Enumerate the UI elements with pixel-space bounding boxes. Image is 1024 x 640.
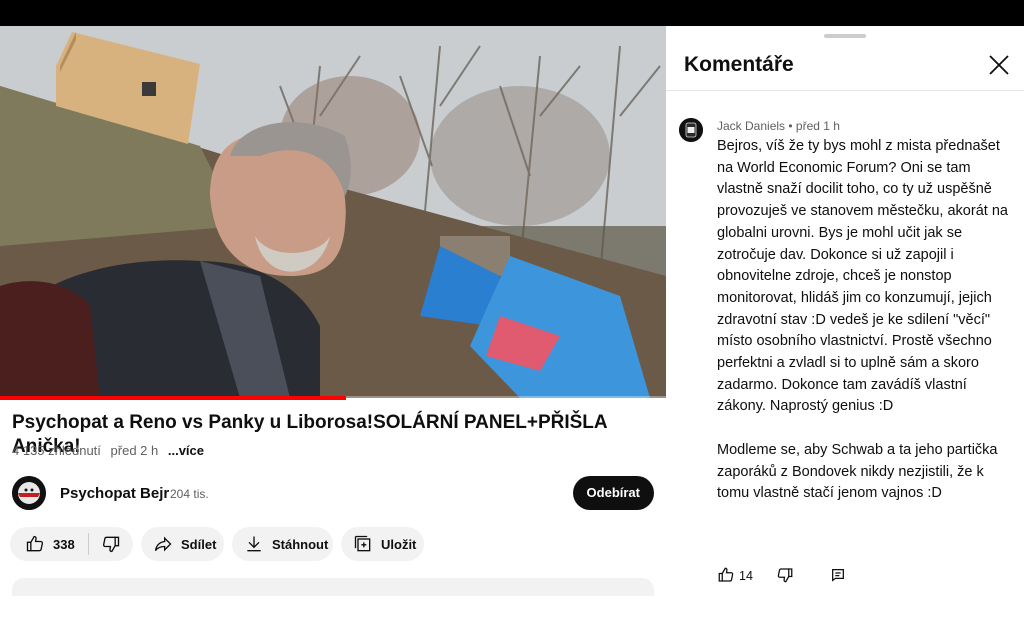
drag-handle[interactable] (824, 34, 866, 38)
download-label: Stáhnout (272, 536, 329, 552)
comment-paragraph: Bejros, víš že ty bys mohl z mista předn… (717, 138, 1008, 415)
close-icon (984, 55, 1014, 84)
comment-header: Jack Daniels • před 1 h (717, 119, 840, 133)
status-bar (0, 0, 1024, 26)
header-separator: • (788, 119, 796, 133)
like-dislike-pill: 338 (10, 527, 133, 561)
video-meta: 4 135 zhlédnutí před 2 h ...více (12, 443, 210, 458)
thumbs-up-icon (25, 534, 45, 554)
comment-author[interactable]: Jack Daniels (717, 119, 785, 133)
reply-icon (830, 567, 846, 586)
video-progress-bar[interactable] (0, 396, 666, 400)
share-icon (153, 534, 173, 554)
thumbs-down-icon (101, 534, 121, 554)
comments-title: Komentáře (684, 53, 794, 76)
comments-panel: Komentáře Jack Daniels • před 1 h Bejros… (666, 26, 1024, 596)
comment-like-count: 14 (739, 569, 753, 583)
playlist-add-icon (353, 534, 373, 554)
like-button[interactable]: 338 (10, 527, 88, 561)
video-progress-fill (0, 396, 347, 400)
upload-age: před 2 h (110, 443, 159, 458)
close-button[interactable] (984, 50, 1014, 80)
dislike-button[interactable] (89, 527, 133, 561)
channel-avatar[interactable] (12, 476, 46, 510)
thumbs-down-icon (776, 566, 794, 587)
comment-time: před 1 h (795, 119, 840, 133)
comment-dislike-button[interactable] (776, 566, 794, 586)
download-icon (244, 534, 264, 554)
share-button[interactable]: Sdílet (141, 527, 224, 561)
comment-paragraph: Modleme se, aby Schwab a ta jeho partičk… (717, 441, 998, 502)
subscribe-button[interactable]: Odebírat (572, 476, 654, 510)
download-button[interactable]: Stáhnout (232, 527, 333, 561)
save-button[interactable]: Uložit (341, 527, 424, 561)
channel-name[interactable]: Psychopat Bejr (60, 485, 169, 502)
more-link[interactable]: ...více (168, 443, 204, 458)
share-label: Sdílet (181, 536, 217, 552)
video-frame (0, 26, 666, 398)
video-player[interactable] (0, 26, 666, 398)
like-count: 338 (53, 536, 75, 552)
comment-actions: 14 (717, 566, 877, 586)
panel-divider (666, 90, 1024, 91)
commenter-avatar[interactable] (679, 118, 703, 142)
subscriber-count: 204 tis. (170, 487, 209, 501)
comment-like-button[interactable]: 14 (717, 566, 753, 586)
view-count: 4 135 zhlédnutí (12, 443, 101, 458)
save-label: Uložit (381, 536, 417, 552)
channel-row: Psychopat Bejr 204 tis. Odebírat (12, 474, 654, 512)
comment-text: Bejros, víš že ty bys mohl z mista předn… (717, 136, 1009, 527)
comment-reply-button[interactable] (830, 566, 846, 586)
bottom-area (0, 596, 1024, 640)
thumbs-up-icon (717, 566, 735, 587)
